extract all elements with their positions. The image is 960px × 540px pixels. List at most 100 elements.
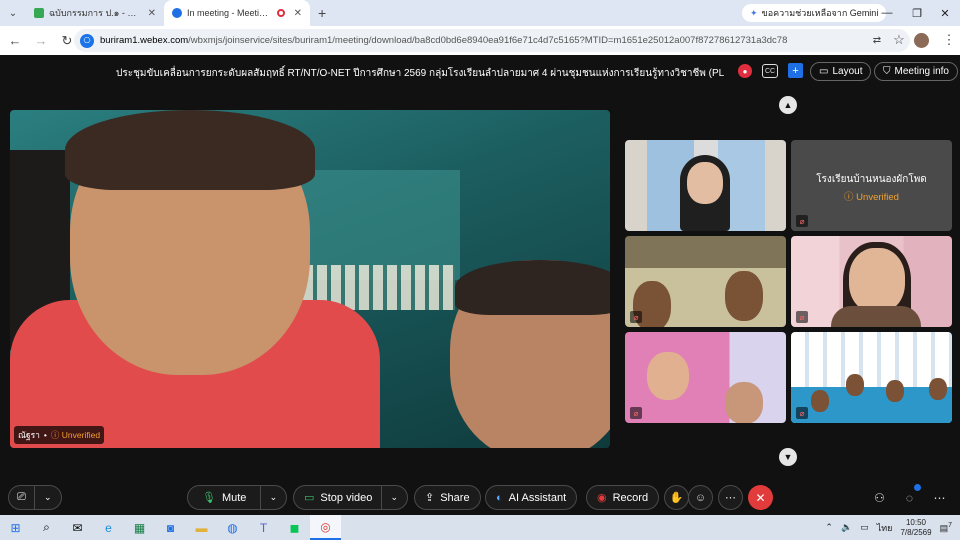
gemini-icon: ✦ [750, 7, 758, 18]
chevron-down-icon[interactable]: ⌄ [382, 486, 407, 509]
stop-video-label: Stop video [320, 491, 373, 504]
minimize-button[interactable]: — [872, 0, 902, 26]
close-window-button[interactable]: ✕ [930, 0, 960, 26]
muted-mic-icon: ⌀ [630, 311, 642, 323]
muted-mic-icon: ⌀ [796, 215, 808, 227]
restore-button[interactable]: ❐ [902, 0, 932, 26]
captions-icon[interactable]: ⎚ [9, 486, 35, 509]
url-text: buriram1.webex.com/wbxmjs/joinservice/si… [100, 35, 788, 46]
meeting-info-button[interactable]: ⛉ Meeting info [874, 62, 958, 81]
more-options-button[interactable]: ⋯ [718, 485, 743, 510]
layout-label: Layout [832, 66, 863, 77]
address-bar-row: ← → ↻ ⎔ buriram1.webex.com/wbxmjs/joinse… [0, 26, 960, 55]
line-icon[interactable]: ◼ [279, 515, 310, 540]
chevron-down-icon[interactable]: ⌄ [261, 486, 286, 509]
captions-control[interactable]: ⎚ ⌄ [8, 485, 62, 510]
ai-assistant-button[interactable]: ◐ AI Assistant [485, 485, 578, 510]
forward-arrow-icon[interactable]: → [30, 30, 52, 52]
clock[interactable]: 10:50 7/8/2569 [900, 518, 931, 538]
closed-captions-icon[interactable]: CC [762, 64, 778, 78]
mute-control[interactable]: 🎙 Mute ⌄ [187, 485, 287, 510]
participant-tile[interactable]: โรงเรียนบ้านหนองผักโพด ⓘ Unverified ⌀ [791, 140, 952, 231]
windows-taskbar: ⊞ ⌕ ✉ e ▦ ◙ ▬ ◍ T ◼ ◎ ⌃ 🔈 ▭ ไทย 10:50 7/… [0, 515, 960, 540]
participant-tile[interactable]: ⌀ [791, 236, 952, 327]
bookmark-star-icon[interactable]: ☆ [888, 29, 910, 51]
edge-browser-icon[interactable]: e [93, 515, 124, 540]
file-explorer-icon[interactable]: ▬ [186, 515, 217, 540]
url-omnibox[interactable]: ⎔ buriram1.webex.com/wbxmjs/joinservice/… [74, 29, 910, 52]
unverified-badge: ⓘ Unverified [50, 430, 101, 440]
muted-mic-icon: ⌀ [630, 407, 642, 419]
ai-assistant-icon: ◐ [496, 491, 503, 504]
ai-label: AI Assistant [508, 491, 567, 504]
participant-tile[interactable]: ⌀ [625, 332, 786, 423]
chat-notification-badge [914, 484, 921, 491]
notifications-icon[interactable]: ▤7 [940, 522, 952, 534]
close-icon[interactable]: ✕ [148, 8, 156, 19]
chevron-down-icon[interactable]: ⌄ [35, 486, 61, 509]
muted-mic-icon: ⌀ [796, 407, 808, 419]
mute-button[interactable]: 🎙 Mute [188, 486, 261, 509]
store-icon[interactable]: ▦ [124, 515, 155, 540]
raise-hand-button[interactable]: ✋ [664, 485, 689, 510]
share-label: Share [440, 491, 470, 504]
speaker-icon[interactable]: 🔈 [841, 522, 852, 533]
chevron-up-icon[interactable]: ⌃ [825, 522, 833, 533]
meeting-title: ประชุมขับเคลื่อนการยกระดับผลสัมฤทธิ์ RT/… [116, 68, 725, 79]
webex-taskbar-icon[interactable]: ◍ [217, 515, 248, 540]
chrome-icon[interactable]: ◎ [310, 515, 341, 540]
meeting-area: ประชุมขับเคลื่อนการยกระดับผลสัมฤทธิ์ RT/… [0, 55, 960, 515]
gemini-label: ขอความช่วยเหลือจาก Gemini [761, 8, 879, 18]
layout-button[interactable]: ▭ Layout [810, 62, 872, 81]
stop-video-button[interactable]: ▭ Stop video [294, 486, 382, 509]
participant-tile[interactable]: ⌀ [791, 332, 952, 423]
share-screen-icon: ⇪ [425, 492, 435, 504]
time: 10:50 [905, 517, 927, 527]
more-menu-icon[interactable]: ⋮ [938, 29, 960, 51]
google-sheets-icon [34, 8, 44, 18]
reactions-button[interactable]: ☺ [688, 485, 713, 510]
leave-meeting-button[interactable]: ✕ [748, 485, 773, 510]
site-info-icon[interactable]: ⎔ [80, 33, 94, 48]
participant-tile[interactable]: ⌀ [625, 236, 786, 327]
record-label: Record [612, 491, 649, 504]
video-camera-icon: ▭ [304, 492, 315, 504]
participant-name: โรงเรียนบ้านหนองผักโพด [816, 174, 927, 185]
webex-icon [172, 8, 182, 18]
scroll-up-button[interactable]: ▲ [779, 96, 797, 114]
tab-search-chevron-icon[interactable]: ⌄ [0, 0, 26, 26]
more-panels-icon[interactable]: ⋯ [927, 485, 952, 510]
speaker-name: ณัฐรา [18, 430, 40, 440]
record-button[interactable]: ◉ Record [586, 485, 660, 510]
add-participant-icon[interactable]: + [788, 63, 803, 78]
shield-icon: ⛉ [883, 66, 891, 77]
zoom-icon[interactable]: ◙ [155, 515, 186, 540]
tab-title: In meeting - Meeting - Webex [187, 8, 272, 18]
browser-tab-webex[interactable]: In meeting - Meeting - Webex ✕ [164, 0, 310, 26]
battery-icon[interactable]: ▭ [860, 522, 869, 533]
participant-tile[interactable] [625, 140, 786, 231]
record-icon: ◉ [597, 492, 607, 504]
new-tab-button[interactable]: + [310, 0, 334, 26]
system-tray: ⌃ 🔈 ▭ ไทย 10:50 7/8/2569 ▤7 [825, 515, 960, 540]
windows-start-icon[interactable]: ⊞ [0, 515, 31, 540]
teams-icon[interactable]: T [248, 515, 279, 540]
video-control[interactable]: ▭ Stop video ⌄ [293, 485, 408, 510]
back-arrow-icon[interactable]: ← [4, 30, 26, 52]
participants-icon[interactable]: ⚇ [867, 485, 892, 510]
language-indicator[interactable]: ไทย [877, 521, 893, 535]
microphone-icon: 🎙 [202, 492, 216, 504]
close-icon[interactable]: ✕ [294, 8, 302, 19]
date: 7/8/2569 [900, 527, 932, 537]
mail-icon[interactable]: ✉ [62, 515, 93, 540]
translate-icon[interactable]: ⇄ [866, 29, 888, 51]
scroll-down-button[interactable]: ▼ [779, 448, 797, 466]
share-button[interactable]: ⇪ Share [414, 485, 481, 510]
main-speaker-video[interactable]: ณัฐรา • ⓘ Unverified [10, 110, 610, 448]
muted-mic-icon: ⌀ [796, 311, 808, 323]
profile-avatar[interactable] [914, 33, 929, 48]
speaker-name-tag: ณัฐรา • ⓘ Unverified [14, 426, 105, 444]
gemini-button[interactable]: ✦ ขอความช่วยเหลือจาก Gemini [742, 4, 887, 22]
search-icon[interactable]: ⌕ [31, 515, 62, 540]
browser-tab-google[interactable]: ฉบับกรรมการ ป.๑ - ป.๒ - Google ✕ [26, 0, 164, 26]
